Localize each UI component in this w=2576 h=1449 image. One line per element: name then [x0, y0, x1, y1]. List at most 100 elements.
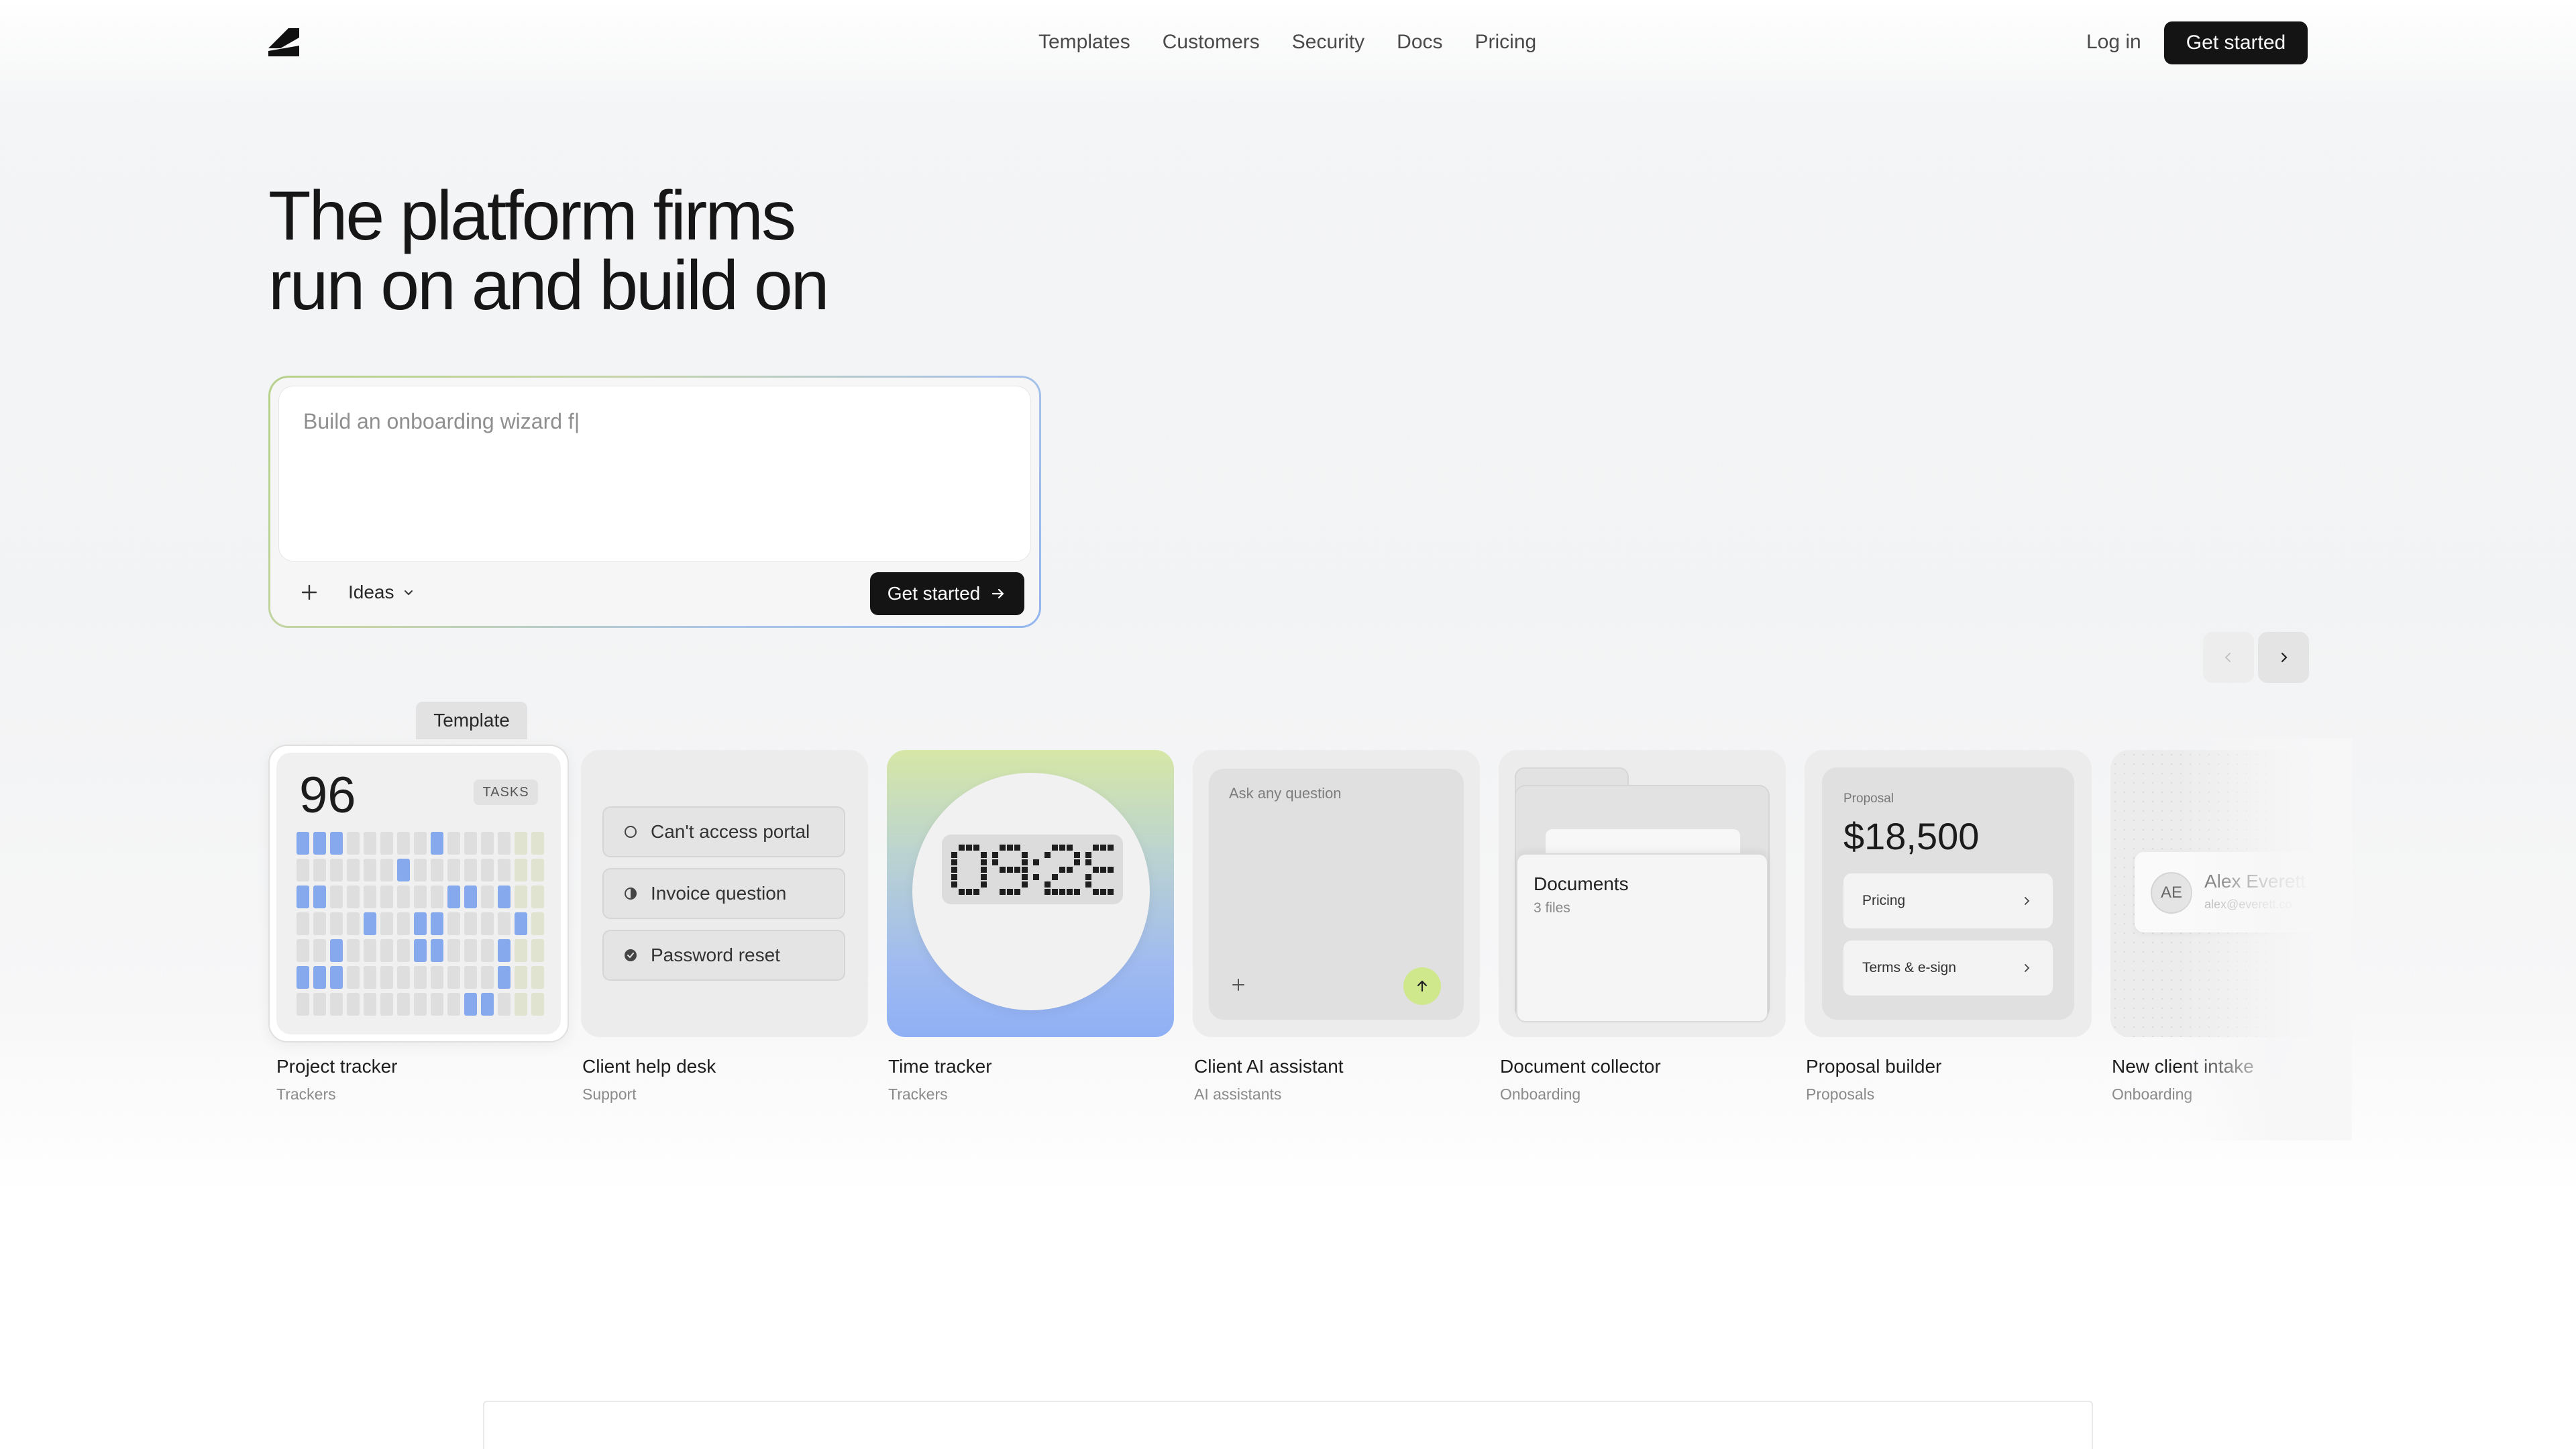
nav-link-pricing[interactable]: Pricing	[1475, 31, 1537, 54]
task-grid-cell	[498, 966, 511, 989]
clock-pixel	[1085, 852, 1091, 858]
task-grid-cell	[498, 859, 511, 881]
template-title[interactable]: Client AI assistant	[1194, 1056, 1344, 1077]
template-card-client-ai-assistant[interactable]: Ask any question	[1193, 750, 1480, 1037]
clock-pixel	[1067, 889, 1073, 895]
circle-open-icon	[625, 826, 637, 838]
template-title[interactable]: Document collector	[1500, 1056, 1661, 1077]
carousel-next-button[interactable]	[2258, 632, 2309, 683]
template-category: AI assistants	[1194, 1085, 1282, 1103]
task-grid-cell	[464, 832, 477, 855]
task-grid-cell	[531, 885, 544, 908]
clock-pixel	[1074, 852, 1080, 858]
template-title[interactable]: New client intake	[2112, 1056, 2254, 1077]
task-grid-cell	[380, 939, 393, 962]
task-grid-cell	[481, 993, 494, 1016]
task-grid-cell	[397, 885, 410, 908]
task-grid-cell	[515, 993, 527, 1016]
task-grid-cell	[414, 993, 427, 1016]
task-grid-cell	[313, 912, 326, 935]
template-card-document-collector[interactable]: Documents 3 files	[1499, 750, 1786, 1037]
template-card-client-help-desk[interactable]: Can't access portal Invoice question Pas…	[581, 750, 868, 1037]
chevron-down-icon	[404, 590, 413, 596]
clock-pixel	[1022, 852, 1028, 858]
file-count: 3 files	[1534, 900, 1570, 916]
task-grid-cell	[297, 966, 309, 989]
nav-link-templates[interactable]: Templates	[1038, 31, 1130, 54]
ticket-item: Invoice question	[602, 868, 845, 919]
clock-pixel	[973, 889, 979, 895]
clock-pixel	[1022, 867, 1028, 873]
template-title[interactable]: Proposal builder	[1806, 1056, 1941, 1077]
task-grid-cell	[397, 939, 410, 962]
prompt-get-started-button[interactable]: Get started	[870, 572, 1024, 615]
clock-display	[942, 835, 1123, 904]
task-grid-cell	[330, 993, 343, 1016]
task-grid-cell	[414, 966, 427, 989]
task-grid-cell	[531, 912, 544, 935]
template-card-proposal-builder[interactable]: Proposal $18,500 Pricing Terms & e-sign	[1805, 750, 2092, 1037]
proposal-row-label: Terms & e-sign	[1862, 960, 1957, 975]
template-card-new-client-intake[interactable]: AE Alex Everett alex@everett.co	[2110, 750, 2332, 1037]
nav-link-customers[interactable]: Customers	[1163, 31, 1260, 54]
clock-pixel	[1093, 845, 1099, 851]
task-grid-cell	[397, 993, 410, 1016]
task-grid-cell	[464, 993, 477, 1016]
clock-pixel	[1007, 889, 1013, 895]
brand-logo-icon[interactable]	[268, 28, 299, 56]
next-section-panel	[483, 1401, 2093, 1449]
top-navigation: Templates Customers Security Docs Pricin…	[0, 0, 2576, 85]
template-category: Trackers	[276, 1085, 336, 1103]
clock-pixel	[1085, 859, 1091, 865]
clock-pixel	[1067, 867, 1073, 873]
task-grid-cell	[447, 912, 460, 935]
template-card-time-tracker[interactable]	[887, 750, 1174, 1037]
clock-pixel	[981, 874, 987, 880]
project-tracker-preview: 96 TASKS	[276, 753, 561, 1034]
template-title[interactable]: Client help desk	[582, 1056, 716, 1077]
clock-digits	[951, 845, 1114, 895]
clock-pixel	[951, 881, 957, 888]
task-grid-cell	[515, 912, 527, 935]
clock-pixel	[981, 859, 987, 865]
nav-get-started-button[interactable]: Get started	[2164, 21, 2308, 64]
task-grid-cell	[531, 939, 544, 962]
ticket-label: Invoice question	[651, 883, 787, 904]
clock-pixel	[1085, 881, 1091, 888]
template-title[interactable]: Time tracker	[888, 1056, 992, 1077]
task-grid-cell	[397, 966, 410, 989]
carousel-prev-button[interactable]	[2203, 632, 2254, 683]
task-grid-cell	[447, 832, 460, 855]
clock-pixel	[1059, 845, 1065, 851]
task-grid-cell	[481, 966, 494, 989]
clock-pixel	[1108, 867, 1114, 873]
task-grid-cell	[431, 939, 443, 962]
task-grid-cell	[431, 885, 443, 908]
task-grid-cell	[364, 939, 376, 962]
plus-icon[interactable]	[296, 579, 323, 606]
clock-pixel	[981, 852, 987, 858]
task-grid-cell	[330, 966, 343, 989]
login-link[interactable]: Log in	[2086, 27, 2141, 58]
nav-link-docs[interactable]: Docs	[1397, 31, 1442, 54]
template-title[interactable]: Project tracker	[276, 1056, 398, 1077]
clock-pixel	[1014, 889, 1020, 895]
clock-pixel	[1000, 889, 1006, 895]
clock-pixel	[1052, 845, 1058, 851]
clock-pixel	[966, 845, 972, 851]
task-grid-cell	[330, 832, 343, 855]
prompt-box-inner: Build an onboarding wizard f| Ideas Get …	[270, 378, 1039, 626]
ideas-dropdown[interactable]: Ideas	[348, 579, 416, 606]
nav-link-security[interactable]: Security	[1292, 31, 1364, 54]
task-grid-cell	[364, 859, 376, 881]
chevron-right-icon	[2025, 897, 2030, 905]
prompt-input[interactable]: Build an onboarding wizard f|	[278, 386, 1031, 561]
task-grid-cell	[414, 832, 427, 855]
task-grid-cell	[481, 859, 494, 881]
task-grid-cell	[531, 832, 544, 855]
clock-pixel	[1100, 867, 1106, 873]
task-grid-cell	[498, 993, 511, 1016]
task-grid-cell	[431, 859, 443, 881]
folder-name: Documents	[1534, 873, 1629, 894]
template-card-project-tracker[interactable]: 96 TASKS	[268, 745, 569, 1042]
